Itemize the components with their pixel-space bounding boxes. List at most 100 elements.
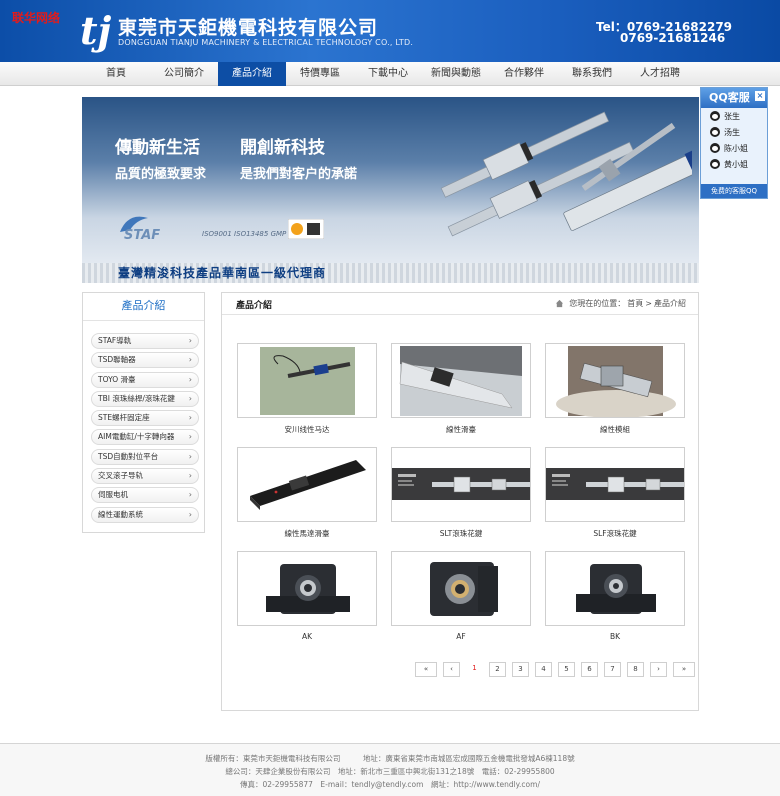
chevron-right-icon: › (188, 355, 192, 365)
footer-line: 版權所有：東莞市天鉅機電科技有限公司 地址：廣東省東莞市南城區宏成國際五金機電批… (205, 754, 575, 763)
close-icon[interactable]: × (755, 91, 765, 101)
qq-penguin-icon (710, 143, 720, 153)
qq-widget-footer[interactable]: 免费的客服QQ (701, 184, 767, 198)
qq-agent[interactable]: 黄小姐 (701, 156, 767, 172)
nav-item-about[interactable]: 公司簡介 (150, 62, 218, 86)
chevron-right-icon: › (188, 471, 192, 481)
sidebar-item[interactable]: 線性運動系統 › (91, 506, 199, 523)
qq-widget-header: QQ客服 × (701, 88, 767, 108)
qq-agent[interactable]: 汤生 (701, 124, 767, 140)
chevron-right-icon: › (188, 451, 192, 461)
bearing-block-photo (266, 564, 350, 614)
product-thumbnail[interactable] (237, 447, 377, 522)
breadcrumb-current[interactable]: 產品介紹 (654, 298, 686, 309)
product-thumbnail[interactable] (545, 343, 685, 418)
chevron-right-icon: › (188, 336, 192, 345)
page-number-current[interactable]: 1 (466, 662, 483, 677)
sidebar-item[interactable]: STE螺杆固定座 › (91, 410, 199, 427)
banner-slogan: 品質的極致要求 (115, 167, 207, 182)
nav-item-news[interactable]: 新聞與動態 (422, 62, 490, 86)
nav-item-partners[interactable]: 合作夥伴 (490, 62, 558, 86)
nav-item-specials[interactable]: 特價專區 (286, 62, 354, 86)
chevron-right-icon: › (188, 374, 192, 384)
sidebar-item[interactable]: TBI 滾珠絲桿/滾珠花鍵 › (91, 390, 199, 407)
nav-item-careers[interactable]: 人才招聘 (626, 62, 694, 86)
product-thumbnail[interactable] (391, 447, 531, 522)
staf-logo-text: STAF (124, 228, 160, 242)
hero-banner: 傳動新生活 開創新科技 品質的極致要求 是我們對客户的承諾 STAF ISO90… (82, 97, 699, 283)
nav-item-home[interactable]: 首頁 (82, 62, 150, 86)
sidebar-item[interactable]: STAF導軌 › (91, 333, 199, 349)
product-card[interactable]: 安川线性马达 (237, 343, 377, 435)
product-thumbnail[interactable] (545, 551, 685, 626)
nav-items: 首頁 公司簡介 產品介紹 特價專區 下載中心 新聞與動態 合作夥伴 聯系我們 人… (82, 62, 694, 86)
product-card[interactable]: 線性滑臺 (391, 343, 531, 435)
site-header: 联华网络 tj 東莞市天鉅機電科技有限公司 DONGGUAN TIANJU MA… (0, 0, 780, 62)
next-page-button[interactable]: › (650, 662, 667, 677)
linear-module-photo (556, 346, 676, 417)
product-name[interactable]: BK (545, 632, 685, 641)
first-page-button[interactable]: « (415, 662, 437, 677)
product-card[interactable]: AF (391, 551, 531, 641)
nav-item-products[interactable]: 產品介紹 (218, 62, 286, 86)
product-name[interactable]: 線性滑臺 (391, 424, 531, 435)
sidebar-item[interactable]: TSD聯軸器 › (91, 352, 199, 369)
sidebar-item[interactable]: 伺服电机 › (91, 487, 199, 504)
prev-page-button[interactable]: ‹ (443, 662, 460, 677)
sidebar-item[interactable]: AIM電動缸/十字轉向器 › (91, 429, 199, 446)
company-name: 東莞市天鉅機電科技有限公司 (118, 17, 379, 39)
product-list-panel: 產品介紹 您現在的位置： 首頁 > 產品介紹 安川线性马达 線性滑臺 線性模組 … (221, 292, 699, 711)
ball-spline-photo (392, 468, 530, 500)
nav-item-downloads[interactable]: 下載中心 (354, 62, 422, 86)
product-thumbnail[interactable] (391, 343, 531, 418)
linear-motor-stage-photo (250, 460, 366, 510)
qq-agent[interactable]: 陈小姐 (701, 140, 767, 156)
sidebar-item[interactable]: 交叉滚子导轨 › (91, 468, 199, 485)
chevron-right-icon: › (188, 432, 192, 442)
company-logo[interactable]: tj (80, 6, 118, 56)
product-name[interactable]: 線性馬達滑臺 (237, 528, 377, 539)
product-name[interactable]: SLF滾珠花鍵 (545, 528, 685, 539)
product-thumbnail[interactable] (545, 447, 685, 522)
page-number[interactable]: 5 (558, 662, 575, 677)
qq-agent[interactable]: 张生 (701, 108, 767, 124)
product-thumbnail[interactable] (237, 343, 377, 418)
nav-item-contact[interactable]: 聯系我們 (558, 62, 626, 86)
breadcrumb-home[interactable]: 首頁 (627, 298, 643, 309)
banner-slogan: 是我們對客户的承諾 (240, 167, 358, 182)
product-name[interactable]: 安川线性马达 (237, 424, 377, 435)
chevron-right-icon: › (188, 413, 192, 423)
product-name[interactable]: AK (237, 632, 377, 641)
product-name[interactable]: AF (391, 632, 531, 641)
product-card[interactable]: BK (545, 551, 685, 641)
product-category-sidebar: 產品介紹 STAF導軌 › TSD聯軸器 › TOYO 滑臺 › TBI 滾珠絲桿/滾… (82, 292, 205, 533)
product-name[interactable]: SLT滾珠花鍵 (391, 528, 531, 539)
sidebar-item[interactable]: TOYO 滑臺 › (91, 371, 199, 388)
iso-cert-text: ISO9001 ISO13485 GMP (202, 230, 287, 238)
product-thumbnail[interactable] (391, 551, 531, 626)
product-card[interactable]: 線性模組 (545, 343, 685, 435)
product-card[interactable]: AK (237, 551, 377, 641)
product-name[interactable]: 線性模組 (545, 424, 685, 435)
product-card[interactable]: SLT滾珠花鍵 (391, 447, 531, 539)
footer-line: 傳真：02-29955877 E-mail：tendly@tendly.com … (240, 780, 540, 789)
product-card[interactable]: SLF滾珠花鍵 (545, 447, 685, 539)
chevron-right-icon: › (188, 490, 192, 500)
ball-spline-photo (546, 468, 684, 500)
watermark-text: 联华网络 (12, 11, 61, 25)
page-number[interactable]: 2 (489, 662, 506, 677)
page-number[interactable]: 8 (627, 662, 644, 677)
page-number[interactable]: 7 (604, 662, 621, 677)
qq-service-widget: QQ客服 × 张生 汤生 陈小姐 黄小姐 免费的客服QQ (700, 87, 768, 199)
cert-badge-icon (288, 219, 324, 239)
sidebar-list: STAF導軌 › TSD聯軸器 › TOYO 滑臺 › TBI 滾珠絲桿/滾珠花鍵 › … (91, 333, 199, 526)
qq-penguin-icon (710, 127, 720, 137)
page-number[interactable]: 3 (512, 662, 529, 677)
company-name-en: DONGGUAN TIANJU MACHINERY & ELECTRICAL T… (118, 38, 414, 47)
last-page-button[interactable]: » (673, 662, 695, 677)
page-number[interactable]: 4 (535, 662, 552, 677)
product-thumbnail[interactable] (237, 551, 377, 626)
sidebar-item[interactable]: TSD自動對位平台 › (91, 448, 199, 465)
product-card[interactable]: 線性馬達滑臺 (237, 447, 377, 539)
page-number[interactable]: 6 (581, 662, 598, 677)
